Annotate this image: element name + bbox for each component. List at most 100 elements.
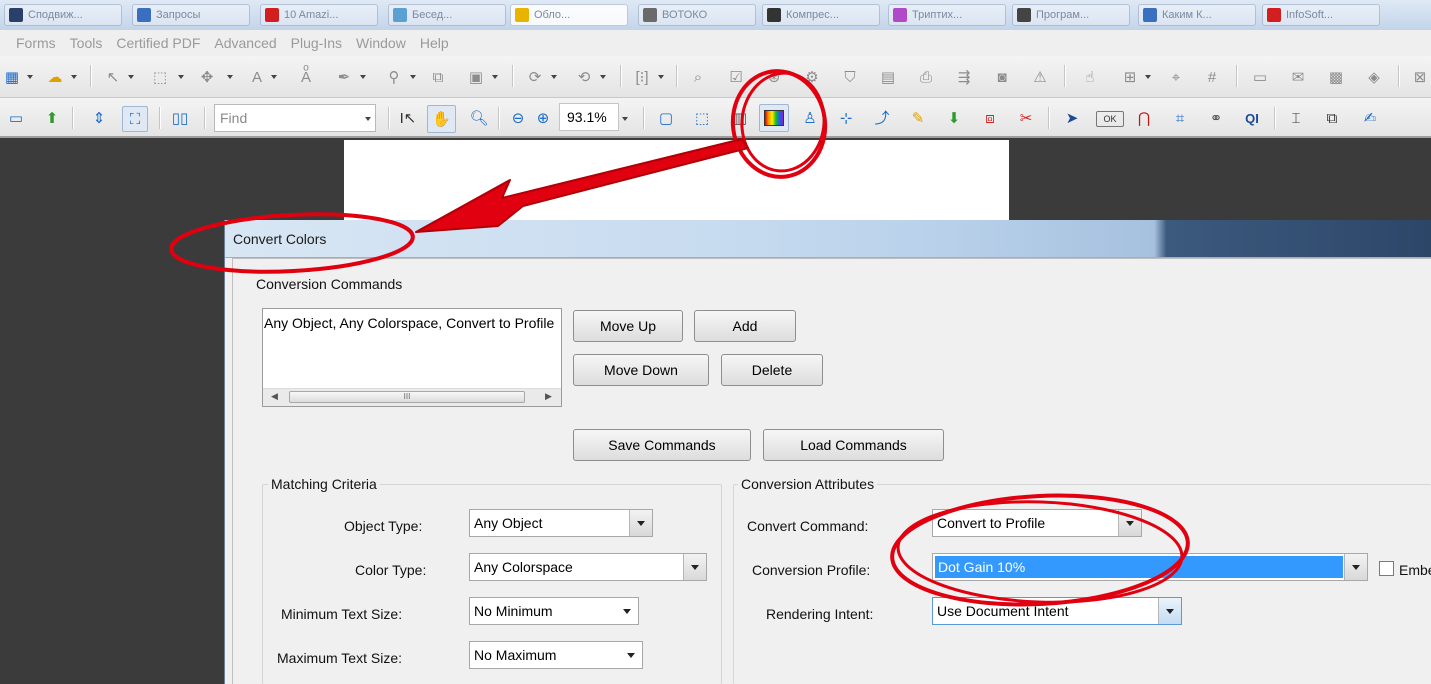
taskbar-item[interactable]: Бесед... <box>388 4 506 26</box>
select-text-icon[interactable]: I↖ <box>398 108 418 128</box>
chevron-down-icon[interactable] <box>1145 75 1151 79</box>
convert-colors-icon[interactable] <box>759 104 789 132</box>
crosshair-icon[interactable]: ⌖ <box>1166 67 1186 87</box>
move-up-button[interactable]: Move Up <box>573 310 683 342</box>
find-input[interactable]: Find <box>214 104 376 132</box>
upload-globe-icon[interactable]: ⬆ <box>42 108 62 128</box>
chevron-down-icon[interactable] <box>227 75 233 79</box>
scroll-left-icon[interactable]: ◀ <box>271 391 278 402</box>
ok-button-icon[interactable]: OK <box>1096 111 1124 127</box>
conversion-profile-select[interactable]: Dot Gain 10% <box>932 553 1368 581</box>
exit-icon[interactable]: ⊠ <box>1410 67 1430 87</box>
comment-icon[interactable]: ▭ <box>1250 67 1270 87</box>
export-icon[interactable]: ⇶ <box>954 67 974 87</box>
taskbar-item[interactable]: Каким К... <box>1138 4 1256 26</box>
maximum-text-size-select[interactable]: No Maximum <box>469 641 643 669</box>
taskbar-item[interactable]: ВОТОКО <box>638 4 756 26</box>
menu-advanced[interactable]: Advanced <box>214 35 276 51</box>
download-icon[interactable]: ⬇ <box>944 108 964 128</box>
mail-icon[interactable]: ✉ <box>1288 67 1308 87</box>
select-arrow-icon[interactable]: ↖ <box>103 67 123 87</box>
chevron-down-icon[interactable] <box>1118 510 1141 536</box>
text-tool-icon[interactable]: A <box>247 67 267 87</box>
save-commands-button[interactable]: Save Commands <box>573 429 751 461</box>
taskbar-item[interactable]: InfoSoft... <box>1262 4 1380 26</box>
taskbar-item[interactable]: 10 Amazi... <box>260 4 378 26</box>
chevron-down-icon[interactable] <box>178 75 184 79</box>
conversion-commands-list[interactable]: Any Object, Any Colorspace, Convert to P… <box>262 308 562 407</box>
chevron-down-icon[interactable] <box>658 75 664 79</box>
create-pdf-icon[interactable]: ▦ <box>2 67 22 87</box>
qi-tool-icon[interactable]: QI <box>1242 108 1262 128</box>
layers-icon[interactable]: ◈ <box>1364 67 1384 87</box>
chevron-down-icon[interactable] <box>683 554 706 580</box>
taskbar-item[interactable]: Сподвиж... <box>4 4 122 26</box>
menu-tools[interactable]: Tools <box>70 35 103 51</box>
preflight-icon[interactable]: ⌕ <box>688 67 708 87</box>
link-icon[interactable]: ⚭ <box>1206 108 1226 128</box>
chevron-down-icon[interactable] <box>271 75 277 79</box>
chevron-down-icon[interactable] <box>600 75 606 79</box>
validate-icon[interactable]: ☑ <box>726 67 746 87</box>
zoom-in-icon[interactable]: ⊕ <box>533 108 553 128</box>
filter-icon[interactable]: ⛉ <box>840 67 860 87</box>
settings-gear-icon[interactable]: ⚙ <box>802 67 822 87</box>
bounding-box-icon[interactable]: ⬚ <box>692 108 712 128</box>
minimum-text-size-select[interactable]: No Minimum <box>469 597 639 625</box>
zoom-tool-icon[interactable]: 🔍︎ <box>469 108 489 128</box>
trap-presets-icon[interactable]: ⊹ <box>836 108 856 128</box>
pointer-icon[interactable]: ➤ <box>1062 108 1082 128</box>
chevron-down-icon[interactable] <box>365 117 371 121</box>
move-icon[interactable]: ✥ <box>197 67 217 87</box>
crop-icon[interactable]: ⌗ <box>1170 108 1190 128</box>
menu-help[interactable]: Help <box>420 35 449 51</box>
rotate-icon[interactable]: ⟳ <box>525 67 545 87</box>
two-page-view-icon[interactable]: ▯▯ <box>170 108 190 128</box>
ink-manager-icon[interactable]: ♙ <box>800 108 820 128</box>
hand-page-icon[interactable]: ☝ <box>1080 67 1100 87</box>
comment-tools-icon[interactable]: ☁ <box>45 67 65 87</box>
add-button[interactable]: Add <box>694 310 796 342</box>
taskbar-item[interactable]: Програм... <box>1012 4 1130 26</box>
delete-button[interactable]: Delete <box>721 354 823 386</box>
print-production-icon[interactable]: ▥ <box>730 108 750 128</box>
chevron-down-icon[interactable] <box>27 75 33 79</box>
chevron-down-icon[interactable] <box>551 75 557 79</box>
menu-plug-ins[interactable]: Plug-Ins <box>291 35 342 51</box>
text-edit-icon[interactable]: Aͦ <box>296 67 316 87</box>
object-type-select[interactable]: Any Object <box>469 509 653 537</box>
menu-certified-pdf[interactable]: Certified PDF <box>116 35 200 51</box>
scroll-right-icon[interactable]: ▶ <box>545 391 552 402</box>
menu-forms[interactable]: Forms <box>16 35 56 51</box>
crop-pages-icon[interactable]: ⧉ <box>428 67 448 87</box>
rendering-intent-select[interactable]: Use Document Intent <box>932 597 1182 625</box>
fix-icon[interactable]: ⊛ <box>764 67 784 87</box>
flattener-icon[interactable]: ⧈ <box>980 108 1000 128</box>
chevron-down-icon[interactable] <box>1344 554 1367 580</box>
stamp-icon[interactable]: ⚲ <box>384 67 404 87</box>
snapshot-icon[interactable]: ◙ <box>992 67 1012 87</box>
move-down-button[interactable]: Move Down <box>573 354 709 386</box>
fit-width-icon[interactable]: ⇕ <box>89 108 109 128</box>
rotate-page-icon[interactable]: ⟲ <box>574 67 594 87</box>
page-number-icon[interactable]: ⧉ <box>1322 108 1342 128</box>
dialog-title-bar[interactable]: Convert Colors <box>225 220 1431 258</box>
print-icon[interactable]: ⎙ <box>916 67 936 87</box>
text-field-icon[interactable]: ⌶ <box>1286 108 1306 128</box>
chevron-down-icon[interactable] <box>71 75 77 79</box>
chevron-down-icon[interactable] <box>360 75 366 79</box>
chevron-down-icon[interactable] <box>1158 598 1181 624</box>
zoom-level-field[interactable]: 93.1% <box>559 103 619 131</box>
horizontal-scrollbar[interactable]: ◀ III ▶ <box>263 388 561 406</box>
fit-page-icon[interactable]: ⛶ <box>122 106 148 132</box>
marquee-select-icon[interactable]: ⬚ <box>150 67 170 87</box>
taskbar-item[interactable]: Триптих... <box>888 4 1006 26</box>
chevron-down-icon[interactable] <box>629 510 652 536</box>
scroll-thumb[interactable]: III <box>289 391 525 403</box>
split-icon[interactable]: [⁝] <box>632 67 652 87</box>
list-item[interactable]: Any Object, Any Colorspace, Convert to P… <box>264 315 554 331</box>
pen-tool-icon[interactable]: ✒ <box>334 67 354 87</box>
magnet-icon[interactable]: ⋂ <box>1134 108 1154 128</box>
chevron-down-icon[interactable] <box>622 117 628 121</box>
chevron-down-icon[interactable] <box>620 642 642 668</box>
